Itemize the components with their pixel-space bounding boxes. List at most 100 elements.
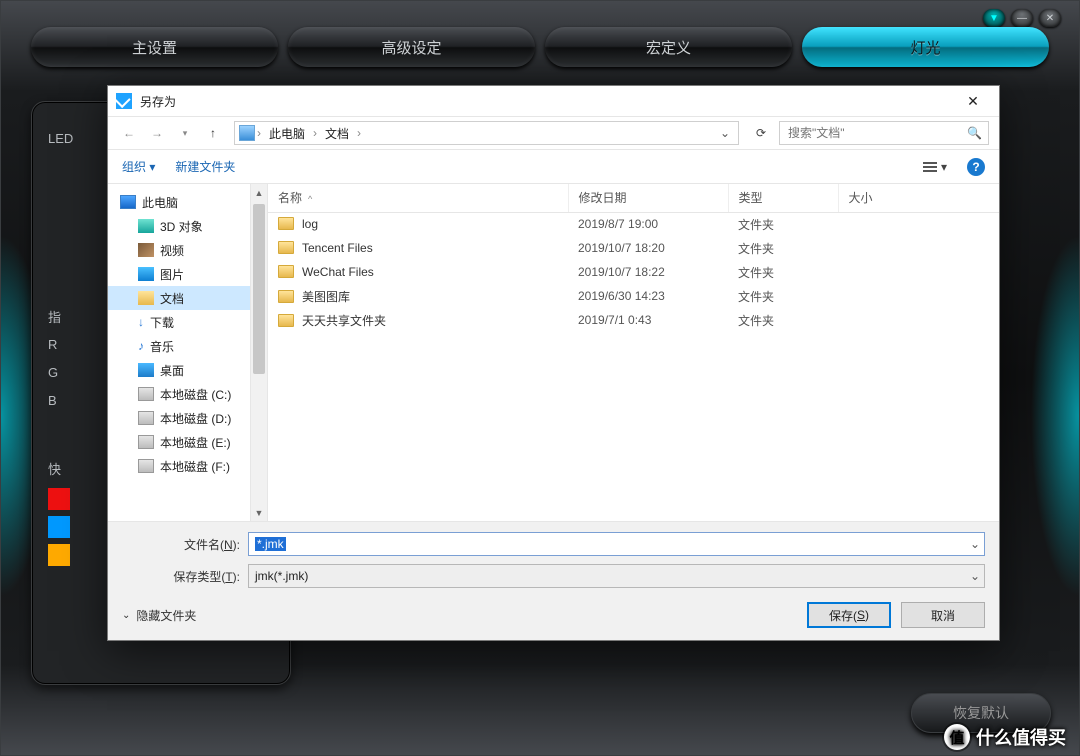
filetype-dropdown-icon[interactable]: ⌄ <box>966 569 984 583</box>
dropdown-button[interactable]: ▼ <box>983 9 1005 27</box>
breadcrumb-seg-pc[interactable]: 此电脑 <box>263 125 311 142</box>
i-disk-icon <box>138 435 154 449</box>
i-desk-icon <box>138 363 154 377</box>
search-icon[interactable]: 🔍 <box>967 126 982 140</box>
chevron-right-icon: › <box>357 126 361 140</box>
chevron-down-icon: ⌄ <box>122 610 130 621</box>
table-row[interactable]: 美图图库2019/6/30 14:23文件夹 <box>268 284 999 308</box>
folder-tree[interactable]: 此电脑 3D 对象视频图片文档 ↓下载♪音乐桌面本地磁盘 (C:) 本地磁盘 (D:)… <box>108 184 268 521</box>
sort-asc-icon: ^ <box>308 194 312 204</box>
filename-value: *.jmk <box>255 537 286 551</box>
search-input[interactable] <box>786 125 967 141</box>
hide-folders-label: 隐藏文件夹 <box>136 607 196 624</box>
chevron-right-icon: › <box>257 126 261 140</box>
i-mus-icon: ♪ <box>138 339 144 353</box>
lbl: T <box>225 570 232 584</box>
lbl: 保存( <box>829 607 857 624</box>
dialog-body: 此电脑 3D 对象视频图片文档 ↓下载♪音乐桌面本地磁盘 (C:) 本地磁盘 (D:)… <box>108 184 999 521</box>
tree-node[interactable]: 本地磁盘 (C:) <box>108 382 267 406</box>
main-tab-2[interactable]: 宏定义 <box>545 27 792 67</box>
save-as-dialog: 另存为 ✕ ← → ▾ ↑ › 此电脑 › 文档 › ⌄ ⟳ 🔍 组织 ▾ 新建… <box>107 85 1000 641</box>
lbl: N <box>224 538 233 552</box>
help-button[interactable]: ? <box>967 158 985 176</box>
close-app-button[interactable]: ✕ <box>1039 9 1061 27</box>
swatch-red[interactable] <box>48 488 70 510</box>
tree-node[interactable]: 图片 <box>108 262 267 286</box>
led-label: LED <box>48 131 73 146</box>
filetype-select[interactable]: jmk(*.jmk) ⌄ <box>248 564 985 588</box>
nav-back-button[interactable]: ← <box>118 122 140 144</box>
breadcrumb-seg-docs[interactable]: 文档 <box>319 125 355 142</box>
nav-row: ← → ▾ ↑ › 此电脑 › 文档 › ⌄ ⟳ 🔍 <box>108 116 999 150</box>
new-folder-button[interactable]: 新建文件夹 <box>175 158 235 175</box>
view-options-button[interactable]: ▾ <box>923 160 947 174</box>
tree-node[interactable]: ♪音乐 <box>108 334 267 358</box>
tree-node[interactable]: 文档 <box>108 286 267 310</box>
quick-label: 快 <box>48 459 61 478</box>
col-type[interactable]: 类型 <box>728 184 838 212</box>
swatch-orange[interactable] <box>48 544 70 566</box>
organize-menu[interactable]: 组织 ▾ <box>122 158 155 175</box>
dialog-close-button[interactable]: ✕ <box>953 87 993 115</box>
lbl: 文件名( <box>184 538 224 552</box>
table-row[interactable]: Tencent Files2019/10/7 18:20文件夹 <box>268 236 999 260</box>
col-name-label: 名称 <box>278 191 302 205</box>
tree-node-label: 本地磁盘 (D:) <box>160 410 231 427</box>
tree-node-label: 桌面 <box>160 362 184 379</box>
tree-node[interactable]: 视频 <box>108 238 267 262</box>
filename-dropdown-icon[interactable]: ⌄ <box>966 537 984 551</box>
main-tab-0[interactable]: 主设置 <box>31 27 278 67</box>
tree-node-label: 3D 对象 <box>160 218 203 235</box>
watermark-badge: 值 <box>944 724 970 750</box>
lbl: ): <box>233 538 240 552</box>
i-disk-icon <box>138 387 154 401</box>
scroll-up-icon[interactable]: ▲ <box>251 184 267 201</box>
nav-up-button[interactable]: ↑ <box>202 122 224 144</box>
tree-node[interactable]: 本地磁盘 (E:) <box>108 430 267 454</box>
minimize-button[interactable]: — <box>1011 9 1033 27</box>
file-list[interactable]: 名称 ^ 修改日期 类型 大小 log2019/8/7 19:00文件夹Tence… <box>268 184 999 521</box>
i-doc-icon <box>138 291 154 305</box>
cancel-button[interactable]: 取消 <box>901 602 985 628</box>
refresh-button[interactable]: ⟳ <box>749 121 773 145</box>
scroll-thumb[interactable] <box>253 204 265 374</box>
tree-node[interactable]: 桌面 <box>108 358 267 382</box>
lbl: ) <box>865 608 869 622</box>
swatch-blue[interactable] <box>48 516 70 538</box>
main-tab-1[interactable]: 高级设定 <box>288 27 535 67</box>
filename-input[interactable]: *.jmk ⌄ <box>248 532 985 556</box>
i-disk-icon <box>138 411 154 425</box>
breadcrumb-dropdown-icon[interactable]: ⌄ <box>716 126 734 140</box>
table-row[interactable]: log2019/8/7 19:00文件夹 <box>268 212 999 236</box>
tree-node[interactable]: 本地磁盘 (D:) <box>108 406 267 430</box>
tree-node-label: 本地磁盘 (E:) <box>160 434 231 451</box>
col-name[interactable]: 名称 ^ <box>268 184 568 212</box>
pc-icon <box>239 125 255 141</box>
dialog-title: 另存为 <box>140 93 176 110</box>
r-label: R <box>48 337 57 352</box>
lbl: 保存类型( <box>173 570 225 584</box>
tree-node[interactable]: ↓下载 <box>108 310 267 334</box>
i-pic-icon <box>138 267 154 281</box>
tree-node[interactable]: 本地磁盘 (F:) <box>108 454 267 478</box>
hide-folders-toggle[interactable]: ⌄ 隐藏文件夹 <box>122 607 196 624</box>
col-date[interactable]: 修改日期 <box>568 184 728 212</box>
filetype-label: 保存类型(T): <box>122 568 240 585</box>
table-row[interactable]: 天天共享文件夹2019/7/1 0:43文件夹 <box>268 308 999 332</box>
col-size[interactable]: 大小 <box>838 184 999 212</box>
tree-node[interactable]: 此电脑 <box>108 190 267 214</box>
folder-icon <box>278 290 294 303</box>
nav-forward-button: → <box>146 122 168 144</box>
nav-recent-button[interactable]: ▾ <box>174 122 196 144</box>
tree-scrollbar[interactable]: ▲ ▼ <box>250 184 267 521</box>
breadcrumb-bar[interactable]: › 此电脑 › 文档 › ⌄ <box>234 121 739 145</box>
table-row[interactable]: WeChat Files2019/10/7 18:22文件夹 <box>268 260 999 284</box>
tree-node-label: 此电脑 <box>142 194 178 211</box>
tree-node-label: 文档 <box>160 290 184 307</box>
scroll-down-icon[interactable]: ▼ <box>251 504 267 521</box>
tree-node[interactable]: 3D 对象 <box>108 214 267 238</box>
organize-label: 组织 <box>122 160 146 174</box>
main-tab-3[interactable]: 灯光 <box>802 27 1049 67</box>
save-button[interactable]: 保存(S) <box>807 602 891 628</box>
search-box[interactable]: 🔍 <box>779 121 989 145</box>
